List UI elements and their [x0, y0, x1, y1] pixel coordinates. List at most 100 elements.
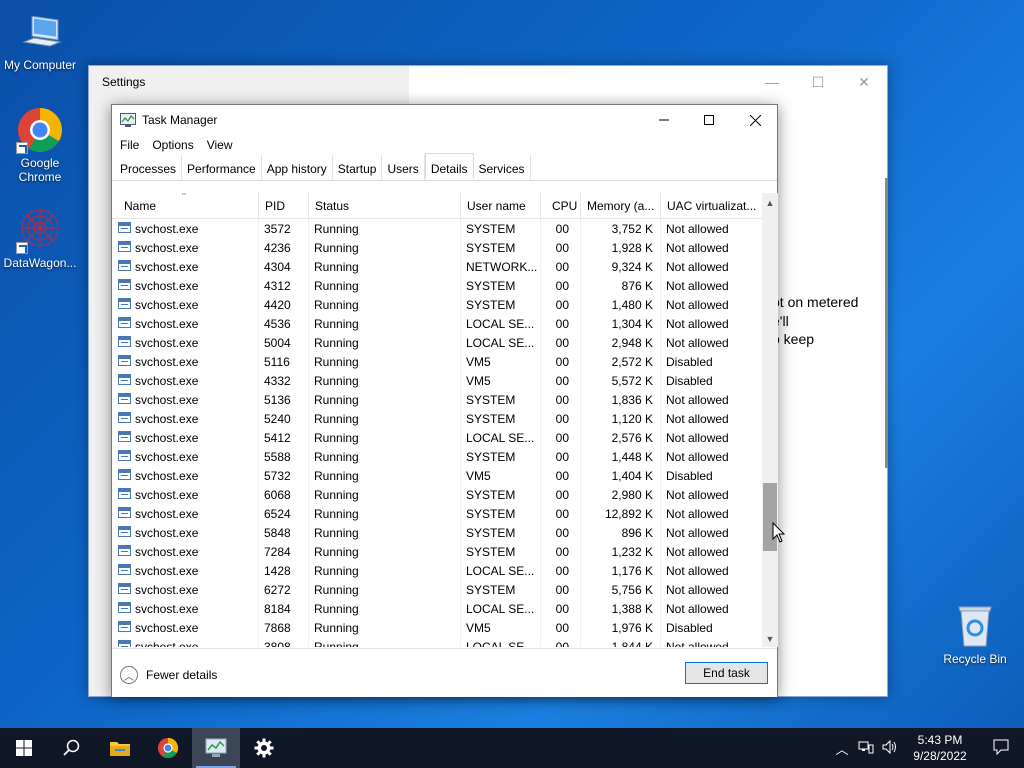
- cell-pid: 7284: [264, 545, 291, 559]
- desktop-icon-chrome[interactable]: Google Chrome: [0, 106, 80, 184]
- tab-app-history[interactable]: App history: [262, 155, 333, 180]
- cell-cpu: 00: [555, 545, 569, 559]
- close-button[interactable]: ✕: [841, 66, 887, 98]
- search-button[interactable]: [48, 728, 96, 768]
- cell-pid: 6068: [264, 488, 291, 502]
- table-row[interactable]: svchost.exe 8184 Running LOCAL SE... 00 1,388…: [112, 599, 762, 618]
- table-row[interactable]: svchost.exe 6524 Running SYSTEM 00 12,892 K No…: [112, 504, 762, 523]
- settings-scrollbar[interactable]: [885, 178, 888, 468]
- table-row[interactable]: svchost.exe 7284 Running SYSTEM 00 1,232 K Not…: [112, 542, 762, 561]
- start-button[interactable]: [0, 728, 48, 768]
- volume-icon[interactable]: [878, 739, 902, 757]
- cell-pid: 8184: [264, 602, 291, 616]
- shortcut-arrow-icon: [16, 142, 28, 154]
- maximize-icon: [704, 115, 714, 125]
- maximize-button[interactable]: ☐: [795, 66, 841, 98]
- tab-processes[interactable]: Processes: [115, 155, 183, 180]
- settings-taskbar-button[interactable]: [240, 728, 288, 768]
- table-row[interactable]: svchost.exe 4236 Running SYSTEM 00 1,928 K Not…: [112, 238, 762, 257]
- column-header-user-name[interactable]: User name: [461, 193, 541, 219]
- minimize-button[interactable]: [641, 105, 687, 135]
- notifications-button[interactable]: [978, 739, 1024, 758]
- table-row[interactable]: svchost.exe 5240 Running SYSTEM 00 1,120 K Not…: [112, 409, 762, 428]
- table-row[interactable]: svchost.exe 4420 Running SYSTEM 00 1,480 K Not…: [112, 295, 762, 314]
- cell-memory: 2,980 K: [611, 488, 653, 502]
- table-row[interactable]: svchost.exe 5588 Running SYSTEM 00 1,448 K Not…: [112, 447, 762, 466]
- tab-details[interactable]: Details: [424, 153, 474, 179]
- tab-users[interactable]: Users: [382, 155, 425, 180]
- column-header-memory[interactable]: Memory (a...: [581, 193, 661, 219]
- cell-uac: Not allowed: [666, 222, 729, 236]
- process-icon: [118, 260, 131, 271]
- maximize-button[interactable]: [686, 105, 732, 135]
- cell-cpu: 00: [555, 241, 569, 255]
- process-icon: [118, 317, 131, 328]
- menu-options[interactable]: Options: [152, 135, 200, 155]
- table-row[interactable]: svchost.exe 3808 Running LOCAL SE... 00 1,844…: [112, 637, 762, 647]
- task-manager-taskbar-button[interactable]: [192, 728, 240, 768]
- column-header-pid[interactable]: PID: [259, 193, 309, 219]
- cell-cpu: 00: [555, 393, 569, 407]
- scroll-up-arrow-icon[interactable]: ▲: [762, 195, 778, 211]
- column-header-uac[interactable]: UAC virtualizat...: [661, 193, 762, 219]
- chrome-taskbar-button[interactable]: [144, 728, 192, 768]
- title-bar[interactable]: Task Manager: [112, 105, 777, 135]
- network-icon[interactable]: [854, 740, 878, 757]
- cell-pid: 4536: [264, 317, 291, 331]
- cell-uac: Not allowed: [666, 488, 729, 502]
- cell-pid: 6272: [264, 583, 291, 597]
- desktop-icon-my-computer[interactable]: My Computer: [0, 8, 80, 72]
- cell-pid: 5004: [264, 336, 291, 350]
- table-row[interactable]: svchost.exe 4332 Running VM5 00 5,572 K Disabl…: [112, 371, 762, 390]
- tab-services[interactable]: Services: [474, 155, 531, 180]
- cell-status: Running: [314, 317, 359, 331]
- end-task-button[interactable]: End task: [685, 662, 768, 684]
- table-row[interactable]: svchost.exe 5848 Running SYSTEM 00 896 K Not a…: [112, 523, 762, 542]
- table-row[interactable]: svchost.exe 7868 Running VM5 00 1,976 K Disabl…: [112, 618, 762, 637]
- table-row[interactable]: svchost.exe 5136 Running SYSTEM 00 1,836 K Not…: [112, 390, 762, 409]
- table-row[interactable]: svchost.exe 5116 Running VM5 00 2,572 K Disabl…: [112, 352, 762, 371]
- menu-view[interactable]: View: [207, 135, 240, 155]
- minimize-button[interactable]: —: [749, 66, 795, 98]
- desktop-icon-recycle-bin[interactable]: Recycle Bin: [935, 602, 1015, 666]
- cell-uac: Not allowed: [666, 412, 729, 426]
- table-row[interactable]: svchost.exe 4312 Running SYSTEM 00 876 K Not a…: [112, 276, 762, 295]
- table-row[interactable]: svchost.exe 5732 Running VM5 00 1,404 K Disabl…: [112, 466, 762, 485]
- table-row[interactable]: svchost.exe 3572 Running SYSTEM 00 3,752 K Not…: [112, 219, 762, 238]
- table-row[interactable]: svchost.exe 6068 Running SYSTEM 00 2,980 K Not…: [112, 485, 762, 504]
- table-row[interactable]: svchost.exe 1428 Running LOCAL SE... 00 1,176…: [112, 561, 762, 580]
- table-row[interactable]: svchost.exe 5004 Running LOCAL SE... 00 2,948…: [112, 333, 762, 352]
- table-row[interactable]: svchost.exe 5412 Running LOCAL SE... 00 2,576…: [112, 428, 762, 447]
- table-row[interactable]: svchost.exe 4536 Running LOCAL SE... 00 1,304…: [112, 314, 762, 333]
- cell-uac: Not allowed: [666, 241, 729, 255]
- fewer-details-button[interactable]: ︿ Fewer details: [120, 666, 217, 684]
- cell-pid: 5412: [264, 431, 291, 445]
- close-button[interactable]: [732, 105, 778, 135]
- clock[interactable]: 5:43 PM 9/28/2022: [902, 732, 978, 764]
- cell-uac: Not allowed: [666, 507, 729, 521]
- process-icon: [118, 336, 131, 347]
- cell-memory: 1,976 K: [611, 621, 653, 635]
- column-header-status[interactable]: Status: [309, 193, 461, 219]
- tab-startup[interactable]: Startup: [333, 155, 383, 180]
- column-header-name[interactable]: ^ Name: [112, 193, 259, 219]
- task-manager-window[interactable]: Task Manager File Options View Processes…: [111, 104, 778, 697]
- chevron-up-icon[interactable]: ︿: [830, 739, 854, 758]
- menu-file[interactable]: File: [120, 135, 146, 155]
- file-explorer-button[interactable]: [96, 728, 144, 768]
- computer-icon: [16, 8, 64, 56]
- column-header-cpu[interactable]: CPU: [541, 193, 581, 219]
- cell-name: svchost.exe: [135, 298, 199, 312]
- process-icon: [118, 412, 131, 423]
- desktop-icon-datawagon[interactable]: DataWagon...: [0, 206, 80, 270]
- scroll-down-arrow-icon[interactable]: ▼: [762, 631, 778, 647]
- cell-memory: 1,304 K: [611, 317, 653, 331]
- vertical-scrollbar[interactable]: ▲ ▼: [762, 193, 778, 647]
- cell-memory: 1,388 K: [611, 602, 653, 616]
- table-row[interactable]: svchost.exe 6272 Running SYSTEM 00 5,756 K Not…: [112, 580, 762, 599]
- tab-performance[interactable]: Performance: [182, 155, 262, 180]
- folder-icon: [110, 742, 130, 756]
- cell-cpu: 00: [555, 279, 569, 293]
- table-row[interactable]: svchost.exe 4304 Running NETWORK... 00 9,324 …: [112, 257, 762, 276]
- cell-name: svchost.exe: [135, 222, 199, 236]
